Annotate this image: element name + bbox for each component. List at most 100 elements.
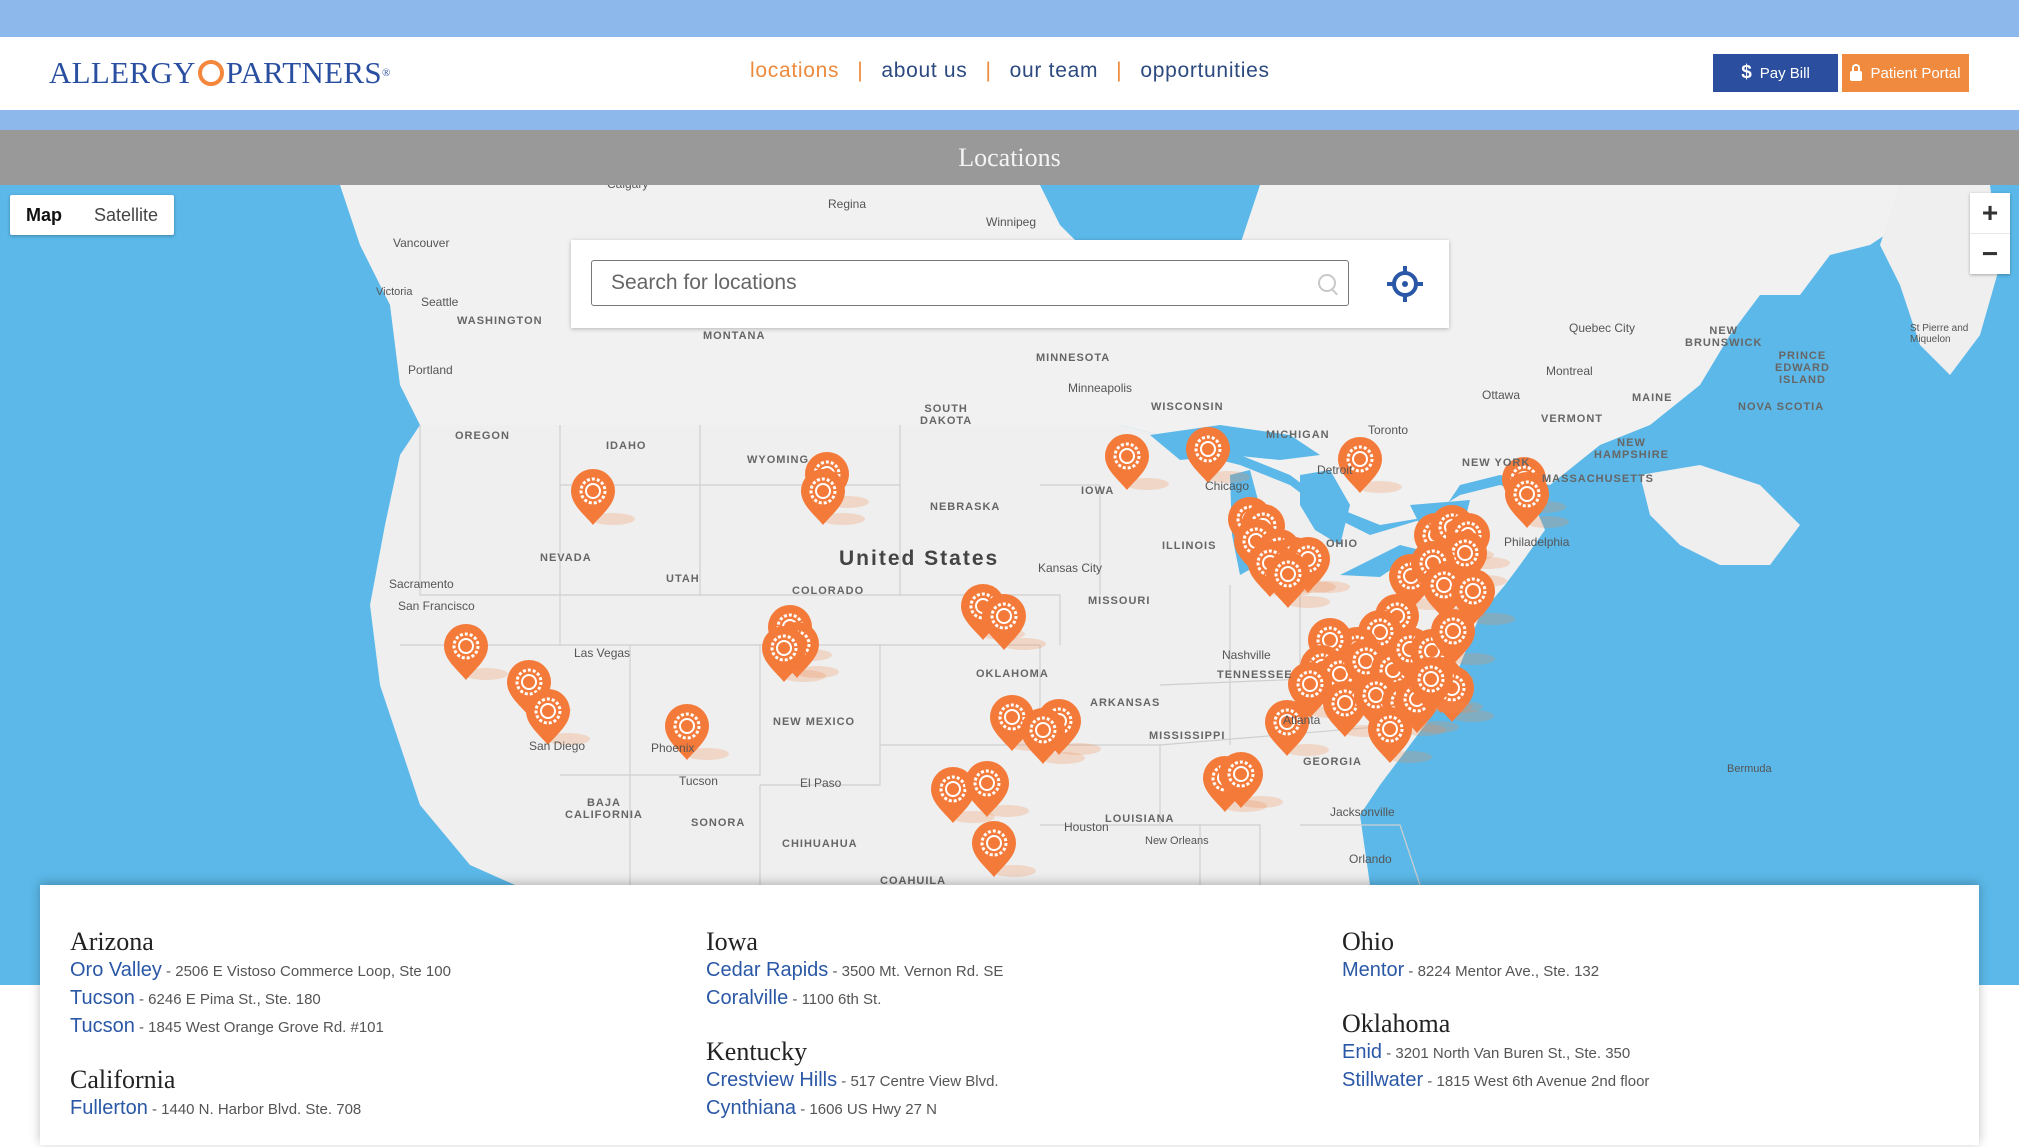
map-state-label: SONORA	[691, 817, 746, 829]
map-state-label: IDAHO	[606, 440, 647, 452]
location-item: Cynthiana - 1606 US Hwy 27 N	[706, 1097, 937, 1119]
map-state-label: TENNESSEE	[1217, 669, 1293, 681]
state-group: Iowa Cedar Rapids - 3500 Mt. Vernon Rd. …	[706, 927, 1306, 1013]
map-city-label: Regina	[828, 197, 867, 211]
map-state-label: LOUISIANA	[1105, 813, 1175, 825]
location-item: Tucson - 1845 West Orange Grove Rd. #101	[70, 1015, 384, 1037]
zoom-out-button[interactable]: −	[1970, 233, 2010, 274]
location-city-link[interactable]: Mentor	[1342, 959, 1404, 981]
map-city-label: Houston	[1064, 820, 1109, 834]
state-heading: California	[70, 1065, 176, 1094]
state-heading: Arizona	[70, 927, 154, 956]
state-group: Kentucky Crestview Hills - 517 Centre Vi…	[706, 1037, 1306, 1123]
site-header: ALLERGY PARTNERS ® locations | about us | …	[0, 37, 2019, 110]
locations-column-3: Ohio Mentor - 8224 Mentor Ave., Ste. 132…	[1342, 923, 1942, 1119]
map-city-label: Nashville	[1222, 648, 1271, 662]
map-city-label: Seattle	[421, 295, 459, 309]
map-city-label: Atlanta	[1283, 713, 1321, 727]
state-group: California Fullerton - 1440 N. Harbor Bl…	[70, 1065, 670, 1123]
map-type-satellite-button[interactable]: Satellite	[78, 195, 174, 235]
state-group: Arizona Oro Valley - 2506 E Vistoso Comm…	[70, 927, 670, 1041]
map-city-label: Detroit	[1317, 463, 1353, 477]
map-state-label: PRINCE EDWARD ISLAND	[1775, 350, 1830, 386]
nav-locations[interactable]: locations	[750, 59, 839, 83]
map-state-label: NEVADA	[540, 552, 592, 564]
location-item: Tucson - 6246 E Pima St., Ste. 180	[70, 987, 321, 1009]
map-state-label: OHIO	[1326, 538, 1359, 550]
map-city-label: St Pierre and Miquelon	[1910, 323, 1969, 345]
map-state-label: NOVA SCOTIA	[1738, 401, 1825, 413]
map-city-label: Toronto	[1368, 423, 1409, 437]
zoom-in-button[interactable]: +	[1970, 193, 2010, 233]
state-heading: Oklahoma	[1342, 1009, 1451, 1038]
dollar-icon: $	[1741, 62, 1752, 83]
location-city-link[interactable]: Fullerton	[70, 1097, 148, 1119]
map-city-label: Quebec City	[1569, 321, 1636, 335]
location-item: Oro Valley - 2506 E Vistoso Commerce Loo…	[70, 959, 451, 981]
map-city-label: Portland	[408, 363, 453, 377]
map-city-label: Victoria	[376, 286, 413, 298]
nav-about-us[interactable]: about us	[881, 59, 967, 83]
map-state-label: MASSACHUSETTS	[1542, 473, 1655, 485]
map-state-label: ARKANSAS	[1090, 697, 1161, 709]
map-city-label: Phoenix	[651, 741, 695, 755]
nav-our-team[interactable]: our team	[1010, 59, 1098, 83]
sub-band	[0, 110, 2019, 130]
state-group: Ohio Mentor - 8224 Mentor Ave., Ste. 132	[1342, 927, 1942, 985]
locations-column-1: Arizona Oro Valley - 2506 E Vistoso Comm…	[70, 923, 670, 1147]
map-state-label: WYOMING	[747, 454, 809, 466]
map-state-label: BAJA CALIFORNIA	[565, 797, 643, 821]
map-city-label: Winnipeg	[986, 215, 1037, 229]
map-state-label: MINNESOTA	[1036, 352, 1111, 364]
location-item: Mentor - 8224 Mentor Ave., Ste. 132	[1342, 959, 1600, 981]
map-city-label: Chicago	[1205, 479, 1250, 493]
location-item: Coralville - 1100 6th St.	[706, 987, 882, 1009]
location-search-panel	[571, 240, 1449, 328]
zoom-control: + −	[1970, 193, 2010, 274]
location-city-link[interactable]: Cedar Rapids	[706, 959, 828, 981]
map-city-label: Montreal	[1546, 364, 1593, 378]
map-city-label: Las Vegas	[574, 646, 631, 660]
location-city-link[interactable]: Coralville	[706, 987, 788, 1009]
map-state-label: NEW MEXICO	[773, 716, 856, 728]
location-city-link[interactable]: Stillwater	[1342, 1069, 1423, 1091]
nav-separator: |	[985, 59, 992, 82]
page-title-bar: Locations	[0, 130, 2019, 185]
location-city-link[interactable]: Tucson	[70, 1015, 135, 1037]
map-state-label: SOUTH DAKOTA	[920, 403, 973, 427]
map-type-map-button[interactable]: Map	[10, 195, 78, 235]
location-city-link[interactable]: Enid	[1342, 1041, 1382, 1063]
nav-separator: |	[857, 59, 864, 82]
location-city-link[interactable]: Crestview Hills	[706, 1069, 837, 1091]
map-state-label: VERMONT	[1541, 413, 1603, 425]
search-input[interactable]	[592, 261, 1292, 304]
map-state-label: OREGON	[455, 430, 510, 442]
map-state-label: MISSISSIPPI	[1149, 730, 1226, 742]
map-state-label: WISCONSIN	[1151, 401, 1224, 413]
locations-list-panel: Arizona Oro Valley - 2506 E Vistoso Comm…	[40, 885, 1979, 1145]
map-city-label: Ottawa	[1482, 388, 1521, 402]
location-city-link[interactable]: Cynthiana	[706, 1097, 796, 1119]
locations-map[interactable]: Calgary Regina Winnipeg Vancouver Victor…	[0, 185, 2019, 985]
map-city-label: Jacksonville	[1330, 805, 1395, 819]
map-city-label: San Francisco	[398, 599, 475, 613]
patient-portal-button[interactable]: Patient Portal	[1842, 54, 1969, 92]
map-state-label: COLORADO	[792, 585, 865, 597]
locations-column-2: Iowa Cedar Rapids - 3500 Mt. Vernon Rd. …	[706, 923, 1306, 1147]
allergy-partners-logo[interactable]: ALLERGY PARTNERS ®	[49, 55, 391, 91]
nav-opportunities[interactable]: opportunities	[1140, 59, 1269, 83]
map-state-label: NEW BRUNSWICK	[1685, 325, 1763, 349]
location-city-link[interactable]: Oro Valley	[70, 959, 162, 981]
map-city-label: San Diego	[529, 739, 586, 753]
state-heading: Ohio	[1342, 927, 1394, 956]
map-state-label: UTAH	[666, 573, 700, 585]
lock-icon	[1850, 63, 1863, 81]
map-city-label: Tucson	[679, 774, 718, 788]
location-city-link[interactable]: Tucson	[70, 987, 135, 1009]
search-icon[interactable]	[1318, 274, 1336, 292]
state-heading: Kentucky	[706, 1037, 808, 1066]
locate-me-icon[interactable]	[1385, 264, 1425, 304]
location-item: Enid - 3201 North Van Buren St., Ste. 35…	[1342, 1041, 1631, 1063]
pay-bill-button[interactable]: $ Pay Bill	[1713, 54, 1838, 92]
page-title: Locations	[958, 142, 1061, 172]
